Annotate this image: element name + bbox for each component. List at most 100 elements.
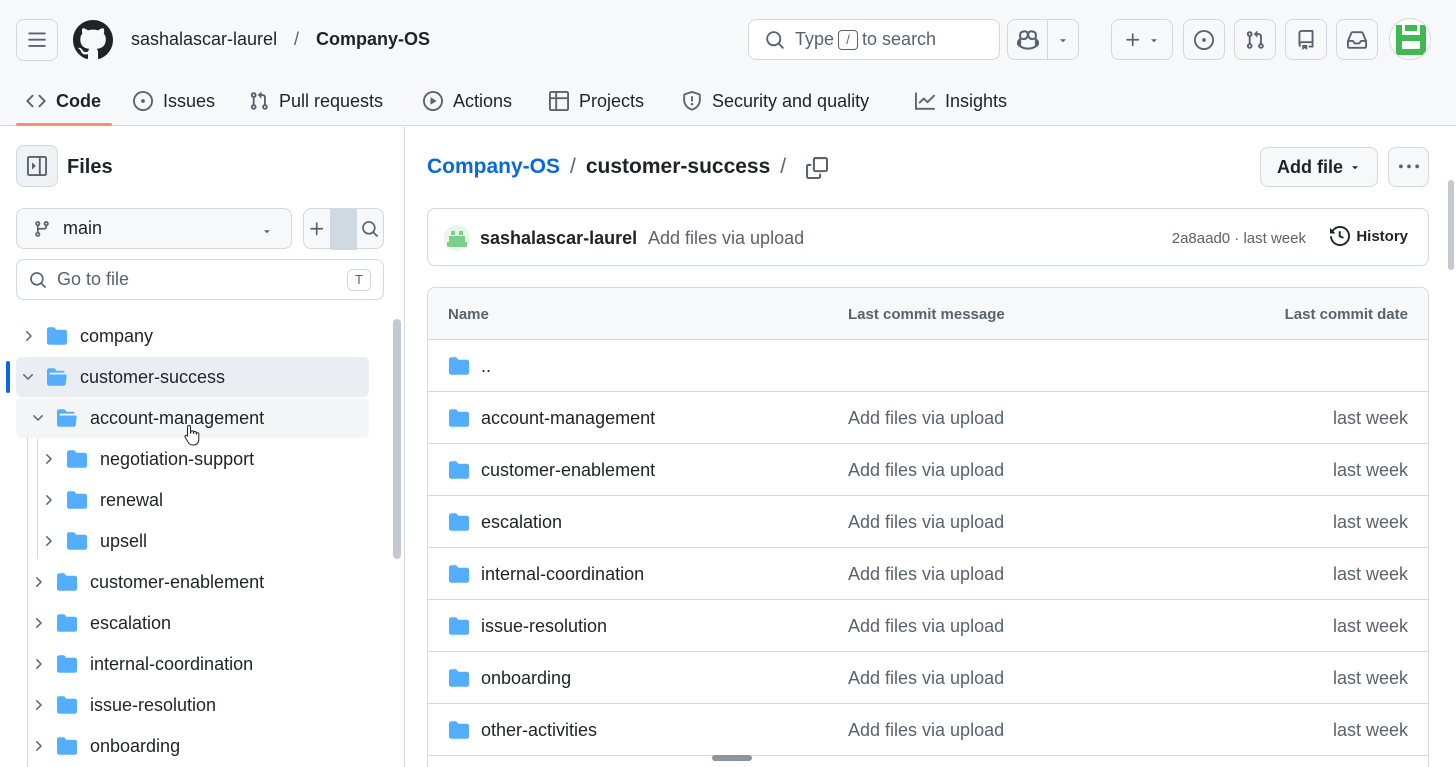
github-logo-icon[interactable] xyxy=(73,20,113,60)
table-row[interactable]: other-activities Add files via upload last… xyxy=(428,704,1428,756)
tree-item-account-management[interactable]: account-management xyxy=(28,398,264,438)
table-row[interactable]: internal-coordination Add files via uploa… xyxy=(428,548,1428,600)
copilot-button[interactable] xyxy=(1008,29,1047,51)
issues-button[interactable] xyxy=(1183,19,1225,60)
copilot-dropdown[interactable] xyxy=(1048,34,1078,46)
parent-directory-link[interactable]: .. xyxy=(481,356,491,377)
repositories-button[interactable] xyxy=(1285,19,1327,60)
tab-insights[interactable]: Insights xyxy=(915,76,1007,126)
breadcrumb-separator: / xyxy=(570,155,576,178)
table-row[interactable]: customer-enablement Add files via upload l… xyxy=(428,444,1428,496)
folder-name-link[interactable]: account-management xyxy=(481,408,655,429)
repo-name-link[interactable]: Company-OS xyxy=(316,29,430,50)
chevron-right-icon[interactable] xyxy=(28,615,48,631)
chevron-right-icon[interactable] xyxy=(18,328,38,344)
history-button[interactable]: History xyxy=(1330,226,1408,246)
tree-item-customer-enablement[interactable]: customer-enablement xyxy=(28,562,264,602)
horizontal-scroll-indicator[interactable] xyxy=(712,755,752,761)
search-files-button[interactable] xyxy=(357,209,383,248)
git-branch-icon xyxy=(35,220,49,237)
chevron-down-icon[interactable] xyxy=(18,369,38,385)
repo-owner-link[interactable]: sashalascar-laurel xyxy=(131,29,277,50)
active-tab-indicator xyxy=(16,123,112,126)
commit-author-avatar[interactable] xyxy=(444,225,470,251)
hand-pointer-cursor-icon xyxy=(184,424,200,446)
directory-file-table: Name Last commit message Last commit dat… xyxy=(427,287,1429,767)
chevron-right-icon[interactable] xyxy=(28,574,48,590)
table-row[interactable]: account-management Add files via upload la… xyxy=(428,392,1428,444)
commit-message-link[interactable]: Add files via upload xyxy=(848,512,1004,533)
commit-message-link[interactable]: Add files via upload xyxy=(848,564,1004,585)
issue-icon xyxy=(133,91,153,111)
tab-code[interactable]: Code xyxy=(26,76,101,126)
inbox-button[interactable] xyxy=(1336,19,1378,60)
tree-item-onboarding[interactable]: onboarding xyxy=(28,726,180,766)
tree-item-customer-success[interactable]: customer-success xyxy=(18,357,225,397)
global-search-input[interactable]: Type / to search xyxy=(748,19,1000,60)
table-row[interactable]: onboarding Add files via upload last week xyxy=(428,652,1428,704)
parent-directory-row[interactable]: .. xyxy=(428,340,1428,392)
tab-label: Projects xyxy=(579,90,645,111)
folder-name-link[interactable]: onboarding xyxy=(481,668,571,689)
chevron-right-icon[interactable] xyxy=(28,738,48,754)
copilot-split-button[interactable] xyxy=(1007,19,1079,60)
breadcrumb-root-link[interactable]: Company-OS xyxy=(427,155,560,179)
menu-button[interactable] xyxy=(16,19,58,61)
tab-pull-requests[interactable]: Pull requests xyxy=(249,76,383,126)
commit-author-link[interactable]: sashalascar-laurel xyxy=(480,228,637,249)
tab-security[interactable]: Security and quality xyxy=(682,76,869,126)
page-scrollbar-thumb[interactable] xyxy=(1448,180,1454,270)
tab-actions[interactable]: Actions xyxy=(423,76,512,126)
folder-name-link[interactable]: customer-enablement xyxy=(481,460,655,481)
chevron-right-icon[interactable] xyxy=(38,533,58,549)
commit-sha-and-date[interactable]: 2a8aad0 · last week xyxy=(1172,230,1306,247)
tree-item-renewal[interactable]: renewal xyxy=(38,480,163,520)
tree-item-label: renewal xyxy=(100,489,164,510)
commit-message-link[interactable]: Add files via upload xyxy=(848,460,1004,481)
pull-requests-button[interactable] xyxy=(1234,19,1276,60)
folder-icon xyxy=(449,669,469,687)
tree-item-company[interactable]: company xyxy=(18,316,153,356)
table-row[interactable]: issue-resolution Add files via upload last… xyxy=(428,600,1428,652)
chevron-right-icon[interactable] xyxy=(38,492,58,508)
folder-name-link[interactable]: other-activities xyxy=(481,720,597,741)
folder-name-link[interactable]: issue-resolution xyxy=(481,616,607,637)
create-new-button[interactable] xyxy=(1111,19,1173,60)
collapse-sidebar-button[interactable] xyxy=(16,145,58,187)
folder-icon xyxy=(56,654,78,674)
commit-date: last week xyxy=(1332,668,1408,688)
add-file-tree-button[interactable] xyxy=(304,209,330,248)
tab-issues[interactable]: Issues xyxy=(133,76,215,126)
go-to-file-input[interactable]: Go to file T xyxy=(16,259,384,300)
add-file-button[interactable]: Add file xyxy=(1260,147,1378,187)
commit-message-link[interactable]: Add files via upload xyxy=(648,228,804,249)
folder-icon xyxy=(46,326,68,346)
tree-item-negotiation-support[interactable]: negotiation-support xyxy=(38,439,254,479)
tree-item-escalation[interactable]: escalation xyxy=(28,603,171,643)
commit-message-link[interactable]: Add files via upload xyxy=(848,720,1004,741)
folder-icon xyxy=(449,461,469,479)
folder-name-link[interactable]: internal-coordination xyxy=(481,564,644,585)
tree-item-internal-coordination[interactable]: internal-coordination xyxy=(28,644,253,684)
commit-message-link[interactable]: Add files via upload xyxy=(848,408,1004,429)
copy-path-button[interactable] xyxy=(803,154,831,182)
tree-item-label: customer-success xyxy=(80,366,226,387)
sidebar-scrollbar-thumb[interactable] xyxy=(393,319,401,559)
chevron-right-icon[interactable] xyxy=(28,697,48,713)
tree-item-issue-resolution[interactable]: issue-resolution xyxy=(28,685,216,725)
chevron-right-icon[interactable] xyxy=(28,656,48,672)
commit-date: last week xyxy=(1332,616,1408,636)
branch-selector[interactable]: main xyxy=(16,208,292,249)
tab-projects[interactable]: Projects xyxy=(549,76,644,126)
commit-message-link[interactable]: Add files via upload xyxy=(848,616,1004,637)
play-icon xyxy=(423,91,443,111)
table-row[interactable]: escalation Add files via upload last week xyxy=(428,496,1428,548)
chevron-down-icon[interactable] xyxy=(28,410,48,426)
more-options-button[interactable] xyxy=(1388,147,1429,187)
tree-item-upsell[interactable]: upsell xyxy=(38,521,147,561)
chevron-right-icon[interactable] xyxy=(38,451,58,467)
folder-name-link[interactable]: escalation xyxy=(481,512,562,533)
commit-message-link[interactable]: Add files via upload xyxy=(848,668,1004,689)
user-avatar[interactable] xyxy=(1389,18,1431,60)
plus-icon xyxy=(310,221,324,235)
